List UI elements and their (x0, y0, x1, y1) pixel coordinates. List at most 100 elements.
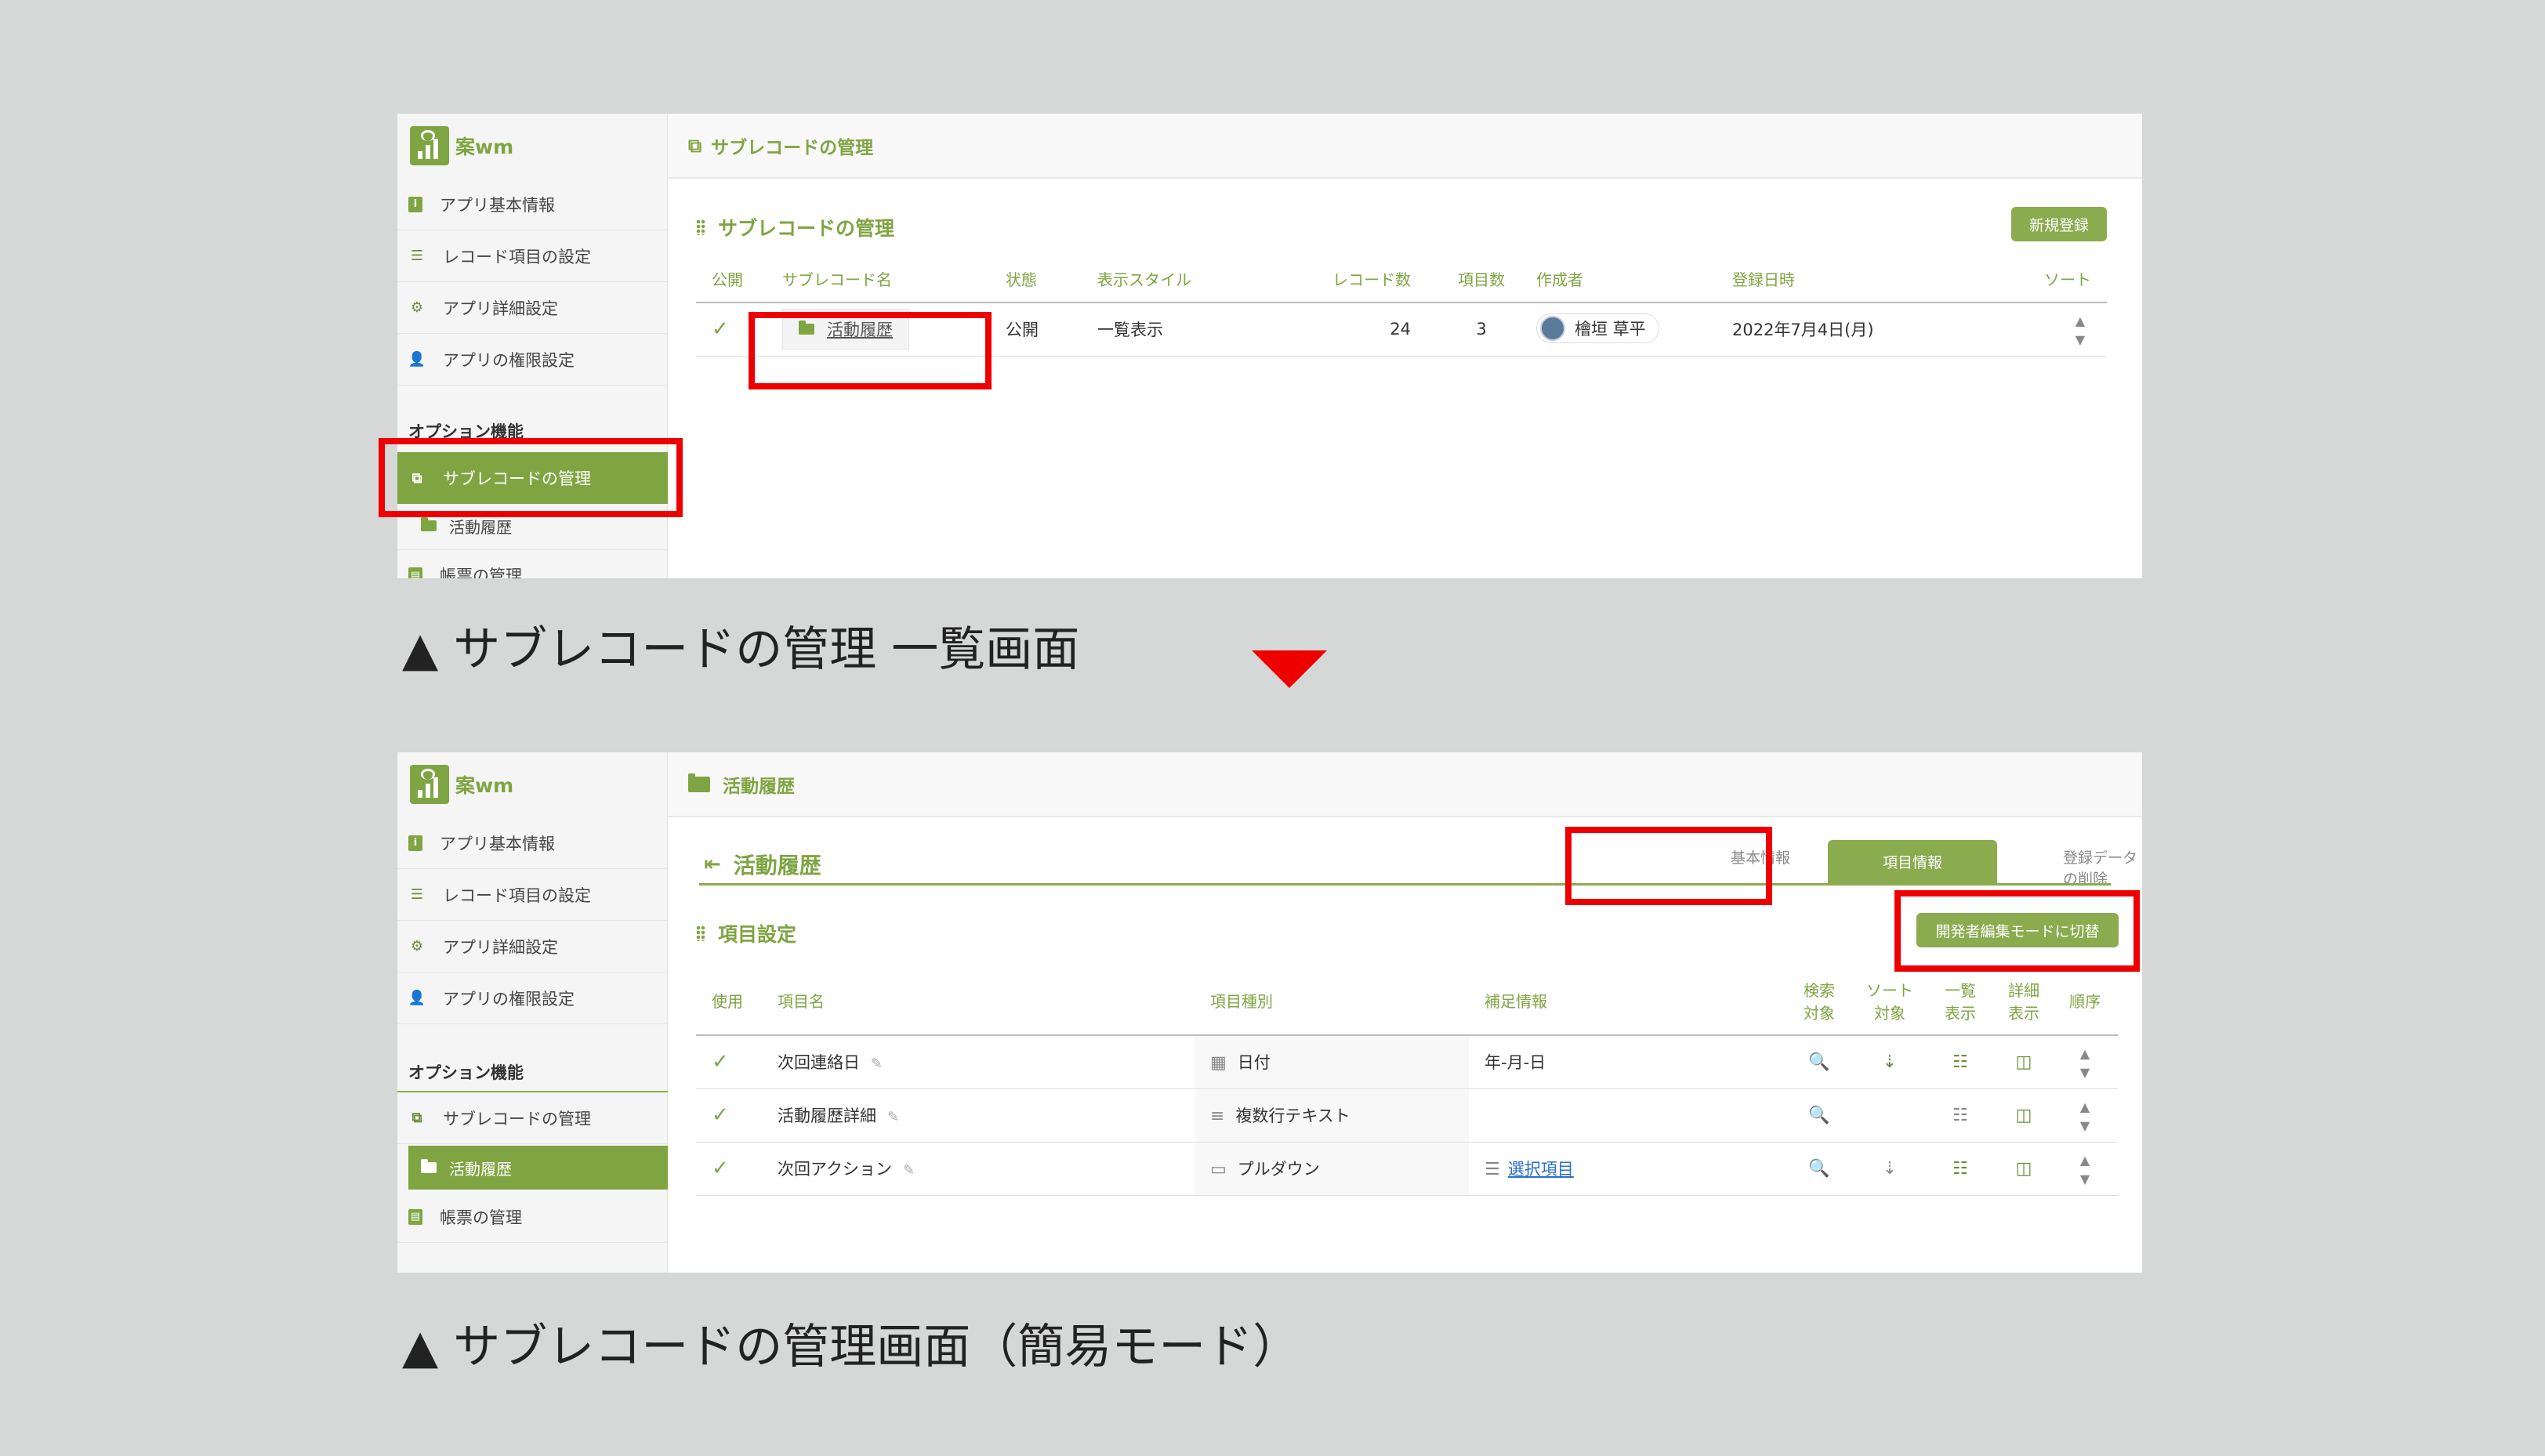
extra-info-cell (1469, 1088, 1784, 1143)
back-arrow-icon[interactable]: ⇤ (704, 853, 721, 876)
sidebar-item-permissions[interactable]: 👤 アプリの権限設定 (397, 334, 668, 386)
created-cell: 2022年7月4日(月) (1717, 302, 1999, 357)
pencil-icon[interactable]: ✎ (871, 1056, 883, 1072)
sidebar-item-label: アプリ基本情報 (440, 834, 555, 853)
sort-desc-icon: ⇣ (1882, 1158, 1898, 1179)
user-chip[interactable]: 檜垣 草平 (1536, 313, 1659, 344)
sidebar-item-label: アプリ詳細設定 (443, 937, 558, 957)
section-title-text: 項目設定 (718, 923, 797, 946)
table-row[interactable]: ✓ 次回連絡日 ✎ ▦ 日付 年-月-日 🔍 ⇣ ☷ ◫ ▲ ▼ (696, 1035, 2118, 1089)
sidebar-item-record-fields[interactable]: ☰ レコード項目の設定 (397, 230, 668, 282)
sort-toggle[interactable]: ⇣ (1854, 1035, 1925, 1089)
sort-toggle[interactable] (1854, 1088, 1925, 1143)
tab-field-info[interactable]: 項目情報 (1828, 840, 1997, 883)
list-bullets-icon: ☰ (1485, 1160, 1500, 1179)
field-name: 活動履歴詳細 (778, 1106, 876, 1125)
sidebar-item-permissions[interactable]: 👤 アプリの権限設定 (397, 972, 668, 1024)
sidebar-item-forms[interactable]: ▤ 帳票の管理 (397, 549, 668, 578)
use-check[interactable]: ✓ (696, 1088, 762, 1143)
use-check[interactable]: ✓ (696, 1142, 762, 1196)
sidebar-item-label: アプリの権限設定 (443, 350, 575, 370)
sidebar-item-app-info[interactable]: i アプリ基本情報 (397, 817, 668, 869)
author-cell: 檜垣 草平 (1521, 302, 1717, 357)
list-view-icon: ☷ (1952, 1158, 1968, 1179)
col-extra-info: 補足情報 (1469, 966, 1784, 1036)
sidebar-item-label: 活動履歴 (449, 1159, 512, 1179)
gear-icon: ⚙ (410, 299, 424, 316)
multiline-text-icon: ≡ (1210, 1106, 1225, 1126)
detail-toggle[interactable]: ◫ (1996, 1088, 2052, 1143)
pencil-icon[interactable]: ✎ (903, 1162, 915, 1179)
sidebar-item-record-fields[interactable]: ☰ レコード項目の設定 (397, 869, 668, 921)
user-lock-icon: 👤 (408, 990, 426, 1006)
options-link[interactable]: 選択項目 (1508, 1160, 1574, 1179)
sort-arrows-icon: ▲ ▼ (2079, 1046, 2090, 1081)
subrecord-detail-screen: 案wm i アプリ基本情報 ☰ レコード項目の設定 ⚙ アプリ詳細設定 👤 アプリの権限… (397, 752, 2142, 1273)
field-type: 複数行テキスト (1235, 1106, 1350, 1125)
caption-detail-screen: ▲ サブレコードの管理画面（簡易モード） (402, 1320, 1300, 1375)
sort-arrows-icon: ▲ ▼ (2079, 1099, 2090, 1133)
search-toggle[interactable]: 🔍 (1784, 1035, 1854, 1089)
col-label-line2: 表示 (2008, 1003, 2039, 1023)
col-label-line1: 検索 (1804, 980, 1835, 1000)
sidebar-item-app-details[interactable]: ⚙ アプリ詳細設定 (397, 921, 668, 972)
table-header-row: 使用 項目名 項目種別 補足情報 検索 対象 ソート 対象 一覧 表示 詳細 表示 順序 (696, 966, 2118, 1036)
field-type-cell: ≡ 複数行テキスト (1195, 1088, 1469, 1143)
pencil-icon[interactable]: ✎ (887, 1109, 899, 1125)
columns-icon: ◫ (2015, 1052, 2032, 1072)
field-type-cell: ▦ 日付 (1195, 1035, 1469, 1089)
tab-delete-data[interactable]: 登録データの削除 (2063, 846, 2142, 889)
order-handle[interactable]: ▲ ▼ (2052, 1088, 2118, 1143)
use-check[interactable]: ✓ (696, 1035, 762, 1089)
detail-toggle[interactable]: ◫ (1996, 1035, 2052, 1089)
grip-icon (696, 925, 705, 941)
main-content: ⇤活動履歴 基本情報 項目情報 登録データの削除 削除 項目設定 開発者編集モー… (668, 817, 2142, 1273)
sidebar-item-app-info[interactable]: i アプリ基本情報 (397, 179, 668, 230)
section-title: 項目設定 (696, 919, 796, 947)
col-subrecord-name: サブレコード名 (767, 255, 990, 303)
record-count-cell: 24 (1317, 302, 1427, 357)
sort-handle[interactable]: ▲ ▼ (1999, 302, 2107, 357)
col-field-type: 項目種別 (1195, 966, 1469, 1036)
dropdown-icon: ▭ (1210, 1160, 1227, 1179)
gear-icon: ⚙ (410, 938, 424, 954)
sidebar-item-forms[interactable]: ▤ 帳票の管理 (397, 1191, 668, 1243)
sidebar-item-subrecord[interactable]: ⧉ サブレコードの管理 (397, 1092, 668, 1144)
order-handle[interactable]: ▲ ▼ (2052, 1142, 2118, 1196)
new-record-button[interactable]: 新規登録 (2011, 207, 2107, 241)
back-title[interactable]: ⇤ 活動履歴 (704, 849, 821, 880)
table-row[interactable]: ✓ 活動履歴詳細 ✎ ≡ 複数行テキスト 🔍 ☷ ◫ ▲ ▼ (696, 1088, 2118, 1143)
col-label-line1: 詳細 (2008, 980, 2039, 1000)
field-count-cell: 3 (1427, 302, 1521, 357)
check-icon: ✓ (712, 1103, 729, 1127)
list-toggle[interactable]: ☷ (1925, 1142, 1996, 1196)
list-toggle[interactable]: ☷ (1925, 1088, 1996, 1143)
list-toggle[interactable]: ☷ (1925, 1035, 1996, 1089)
extra-info-cell: 年-月-日 (1469, 1035, 1784, 1089)
col-detail-view: 詳細 表示 (1996, 966, 2052, 1036)
search-toggle[interactable]: 🔍 (1784, 1142, 1854, 1196)
field-name: 次回アクション (778, 1160, 892, 1179)
col-list-view: 一覧 表示 (1925, 966, 1996, 1036)
logo-text: 案wm (455, 774, 514, 797)
highlight-subrecord-menu (379, 438, 683, 517)
table-row[interactable]: ✓ 次回アクション ✎ ▭ プルダウン ☰ 選択項目 🔍 ⇣ ☷ ◫ ▲ ▼ (696, 1142, 2118, 1196)
col-field-name: 項目名 (762, 966, 1195, 1036)
app-logo[interactable]: 案wm (410, 763, 513, 806)
sidebar-item-app-details[interactable]: ⚙ アプリ詳細設定 (397, 282, 668, 334)
check-icon: ✓ (712, 1050, 729, 1074)
order-handle[interactable]: ▲ ▼ (2052, 1035, 2118, 1089)
user-lock-icon: 👤 (408, 351, 426, 368)
col-label-line2: 対象 (1804, 1003, 1835, 1023)
col-created: 登録日時 (1717, 255, 1999, 303)
sidebar-nav: i アプリ基本情報 ☰ レコード項目の設定 ⚙ アプリ詳細設定 👤 アプリの権限設定 (397, 179, 668, 386)
search-toggle[interactable]: 🔍 (1784, 1088, 1854, 1143)
sort-toggle[interactable]: ⇣ (1854, 1142, 1925, 1196)
section-title: サブレコードの管理 (696, 213, 894, 241)
grip-icon (696, 219, 705, 235)
caption-list-screen: ▲ サブレコードの管理 一覧画面 (402, 622, 1080, 677)
detail-toggle[interactable]: ◫ (1996, 1142, 2052, 1196)
field-type-cell: ▭ プルダウン (1195, 1142, 1469, 1196)
app-logo[interactable]: 案wm (410, 125, 513, 167)
sidebar-subitem-activity[interactable]: 活動履歴 (408, 1146, 668, 1190)
